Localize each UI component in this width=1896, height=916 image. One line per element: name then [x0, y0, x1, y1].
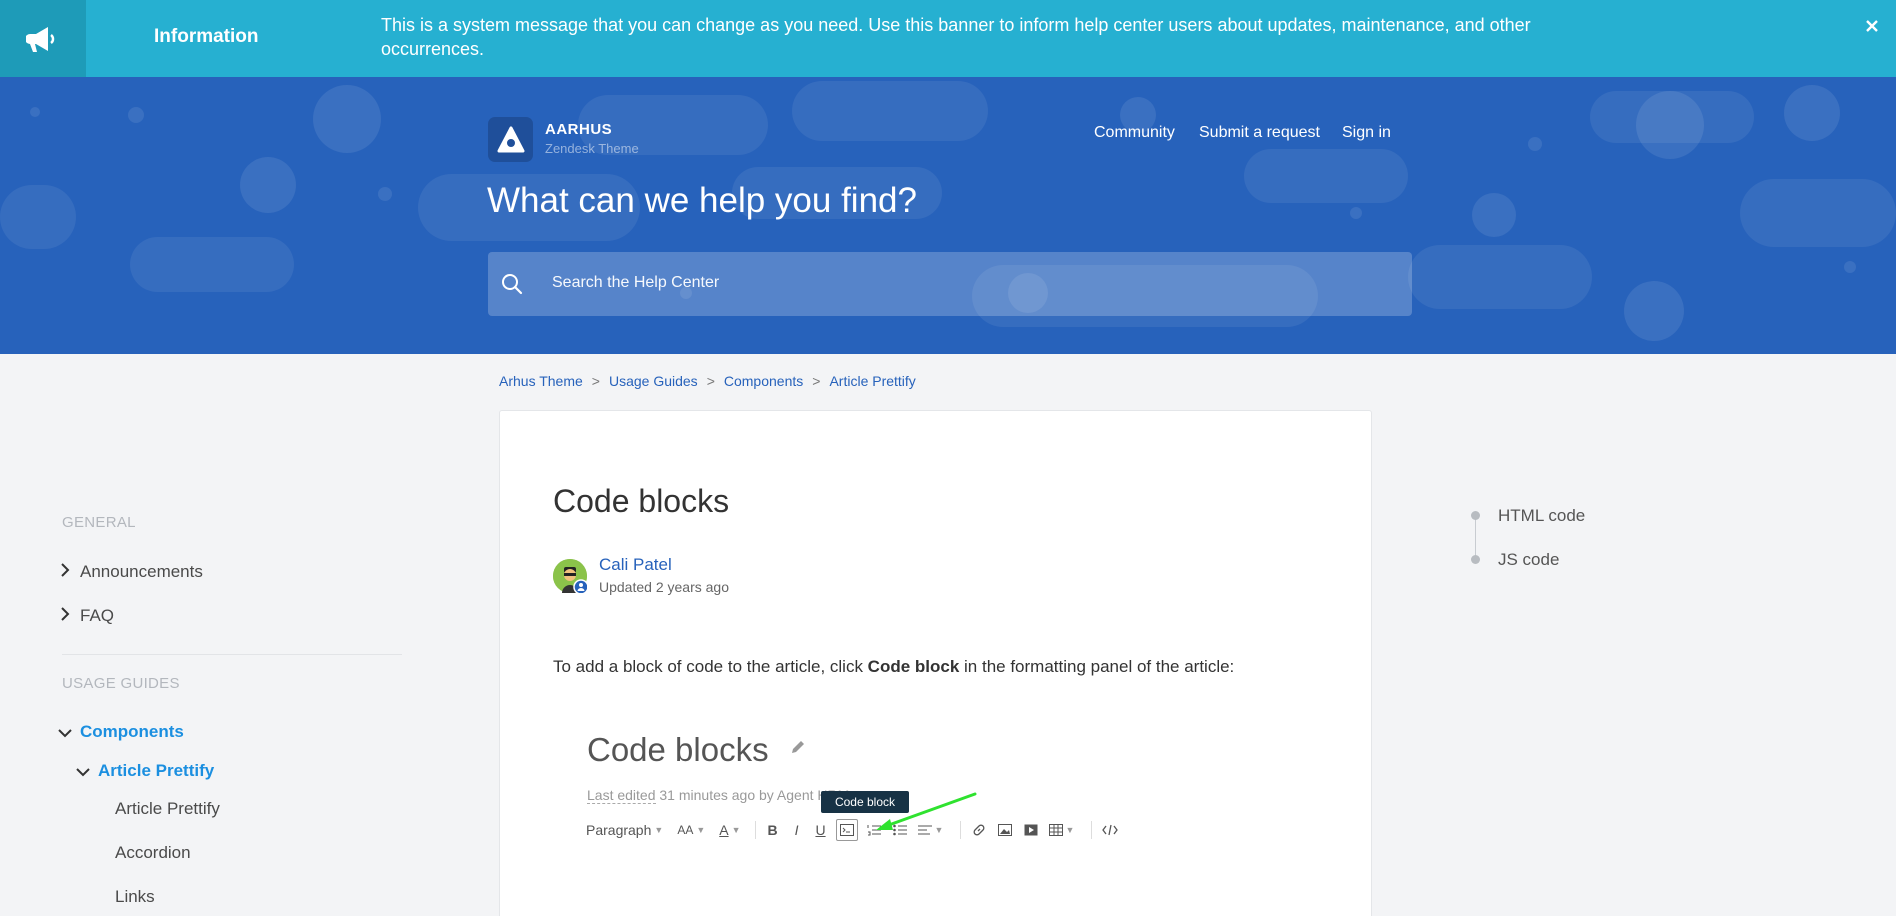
decor-dot: [240, 157, 296, 213]
decor-dot: [1350, 207, 1362, 219]
decor-dot: [1472, 193, 1516, 237]
sidebar-heading-general: General: [62, 514, 136, 531]
sidebar-item-article-prettify[interactable]: Article Prettify: [115, 799, 220, 819]
decor-bubble: [792, 81, 988, 141]
banner-label: Information: [154, 26, 259, 47]
nav-community[interactable]: Community: [1094, 124, 1175, 142]
toolbar-divider: [754, 821, 756, 839]
search-input[interactable]: [552, 270, 1352, 296]
font-size-label: AA: [677, 823, 694, 837]
embedded-title-text: Code blocks: [587, 731, 769, 768]
chevron-down-icon[interactable]: [76, 764, 90, 782]
nav-sign-in[interactable]: Sign in: [1342, 124, 1391, 142]
sidebar-heading-usage-guides: Usage Guides: [62, 675, 180, 692]
caret-icon: ▼: [654, 825, 664, 835]
sidebar-item-article-prettify-group[interactable]: Article Prettify: [98, 761, 214, 781]
megaphone-icon: [26, 26, 55, 52]
bold-button: B: [767, 822, 778, 838]
author-name-link[interactable]: Cali Patel: [599, 555, 672, 575]
article-title: Code blocks: [553, 483, 730, 519]
embedded-title: Code blocks: [587, 731, 806, 769]
breadcrumb-link[interactable]: Usage Guides: [609, 373, 698, 389]
intro-bold: Code block: [867, 657, 960, 676]
breadcrumb-separator: >: [812, 373, 821, 389]
toolbar-divider: [1090, 821, 1092, 839]
green-arrow-icon: [876, 792, 977, 830]
table-icon: [1048, 824, 1063, 836]
banner-message: This is a system message that you can ch…: [381, 15, 1531, 59]
intro-text: in the formatting panel of the article:: [959, 657, 1235, 676]
breadcrumb-link[interactable]: Article Prettify: [829, 373, 915, 389]
intro-text: To add a block of code to the article, c…: [553, 657, 868, 676]
decor-dot: [1784, 85, 1840, 141]
article-intro: To add a block of code to the article, c…: [553, 657, 1234, 677]
decor-dot: [30, 107, 40, 117]
caret-icon: ▼: [1065, 825, 1075, 835]
decor-dot: [1636, 91, 1704, 159]
caret-icon: ▼: [696, 825, 706, 835]
decor-dot: [378, 187, 392, 201]
decor-bubble: [130, 237, 294, 292]
embedded-meta: Last edited 31 minutes ago by Agent HRM: [587, 787, 849, 804]
decor-dot: [313, 85, 381, 153]
video-icon: [1021, 819, 1041, 841]
triangle-logo-icon: [497, 126, 524, 152]
megaphone-icon-box: [0, 0, 86, 77]
toc-dot: [1471, 511, 1480, 520]
italic-button: I: [794, 822, 799, 838]
chevron-right-icon[interactable]: [60, 563, 70, 582]
hero-title: What can we help you find?: [487, 181, 917, 220]
brand-logo[interactable]: [488, 117, 533, 162]
decor-bubble: [1244, 149, 1408, 203]
author-avatar[interactable]: [553, 559, 589, 595]
paragraph-label: Paragraph: [586, 822, 652, 838]
font-size-dropdown: AA ▼: [677, 819, 705, 841]
nav-submit-request[interactable]: Submit a request: [1199, 124, 1320, 142]
breadcrumb-separator: >: [706, 373, 715, 389]
toc-item-js-code[interactable]: JS code: [1498, 550, 1559, 570]
decor-bubble: [0, 185, 76, 249]
breadcrumb: Arhus Theme > Usage Guides > Components > Arti…: [499, 373, 916, 389]
underline-button: U: [815, 822, 826, 838]
brand-subtitle: Zendesk Theme: [545, 141, 639, 156]
breadcrumb-separator: >: [591, 373, 600, 389]
decor-dot: [1624, 281, 1684, 341]
caret-icon: ▼: [731, 825, 741, 835]
decor-dot: [1844, 261, 1856, 273]
chevron-right-icon[interactable]: [60, 607, 70, 626]
close-icon[interactable]: [1862, 14, 1882, 38]
toc-item-html-code[interactable]: HTML code: [1498, 506, 1585, 526]
toc-dot: [1471, 555, 1480, 564]
sidebar-item-accordion[interactable]: Accordion: [115, 843, 191, 863]
decor-bubble: [1740, 179, 1896, 247]
decor-dot: [1528, 137, 1542, 151]
breadcrumb-link[interactable]: Arhus Theme: [499, 373, 583, 389]
sidebar-divider: [62, 654, 402, 655]
embedded-toolbar: Paragraph ▼ AA ▼ A ▼ B I U ▼ ▼: [586, 818, 1126, 842]
notification-banner: Information This is a system message tha…: [0, 0, 1896, 77]
sidebar-item-announcements[interactable]: Announcements: [80, 562, 203, 582]
sidebar-item-faq[interactable]: FAQ: [80, 606, 114, 626]
source-code-icon: [1100, 819, 1120, 841]
sidebar-item-links[interactable]: Links: [115, 887, 155, 907]
toc-line: [1475, 518, 1476, 558]
embedded-meta-edited: Last edited: [587, 787, 656, 804]
sidebar-item-components[interactable]: Components: [80, 722, 184, 742]
pencil-icon: [791, 741, 804, 753]
code-block-icon: [835, 819, 858, 841]
font-color-dropdown: A ▼: [719, 819, 740, 841]
chevron-down-icon[interactable]: [58, 725, 72, 743]
search-icon: [500, 272, 524, 301]
table-dropdown: ▼: [1047, 819, 1077, 841]
breadcrumb-link[interactable]: Components: [724, 373, 803, 389]
image-icon: [995, 819, 1015, 841]
updated-timestamp: Updated 2 years ago: [599, 579, 729, 595]
paragraph-dropdown: Paragraph ▼: [586, 819, 663, 841]
decor-bubble: [1408, 245, 1592, 309]
brand-title: AARHUS: [545, 121, 613, 138]
font-color-label: A: [719, 822, 729, 838]
decor-dot: [128, 107, 144, 123]
